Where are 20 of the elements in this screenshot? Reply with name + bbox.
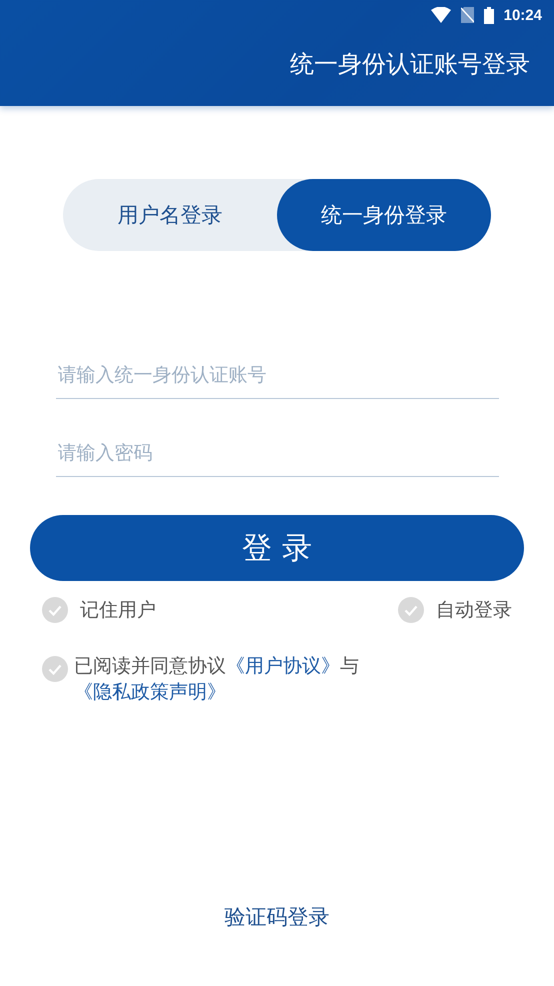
check-icon	[404, 604, 418, 616]
checkbox[interactable]	[42, 597, 68, 623]
status-time: 10:24	[504, 6, 542, 24]
privacy-policy-link[interactable]: 《隐私政策声明》	[74, 681, 226, 703]
user-agreement-link[interactable]: 《用户协议》	[226, 655, 340, 677]
no-sim-icon	[460, 7, 474, 23]
checkbox[interactable]	[42, 656, 68, 682]
checkbox[interactable]	[398, 597, 424, 623]
option-label: 记住用户	[80, 598, 156, 623]
check-icon	[48, 604, 62, 616]
login-tab[interactable]: 统一身份登录	[277, 179, 491, 251]
sms-login-link[interactable]: 验证码登录	[224, 903, 330, 931]
agreement-text: 已阅读并同意协议《用户协议》与 《隐私政策声明》	[74, 654, 360, 705]
window-title: 统一身份认证账号登录	[290, 49, 530, 80]
wifi-icon	[430, 7, 451, 23]
check-icon	[48, 664, 62, 674]
option-label: 自动登录	[436, 598, 512, 623]
battery-icon	[484, 6, 494, 24]
login-tab[interactable]: 用户名登录	[63, 179, 277, 251]
login-button[interactable]: 登 录	[30, 515, 524, 581]
